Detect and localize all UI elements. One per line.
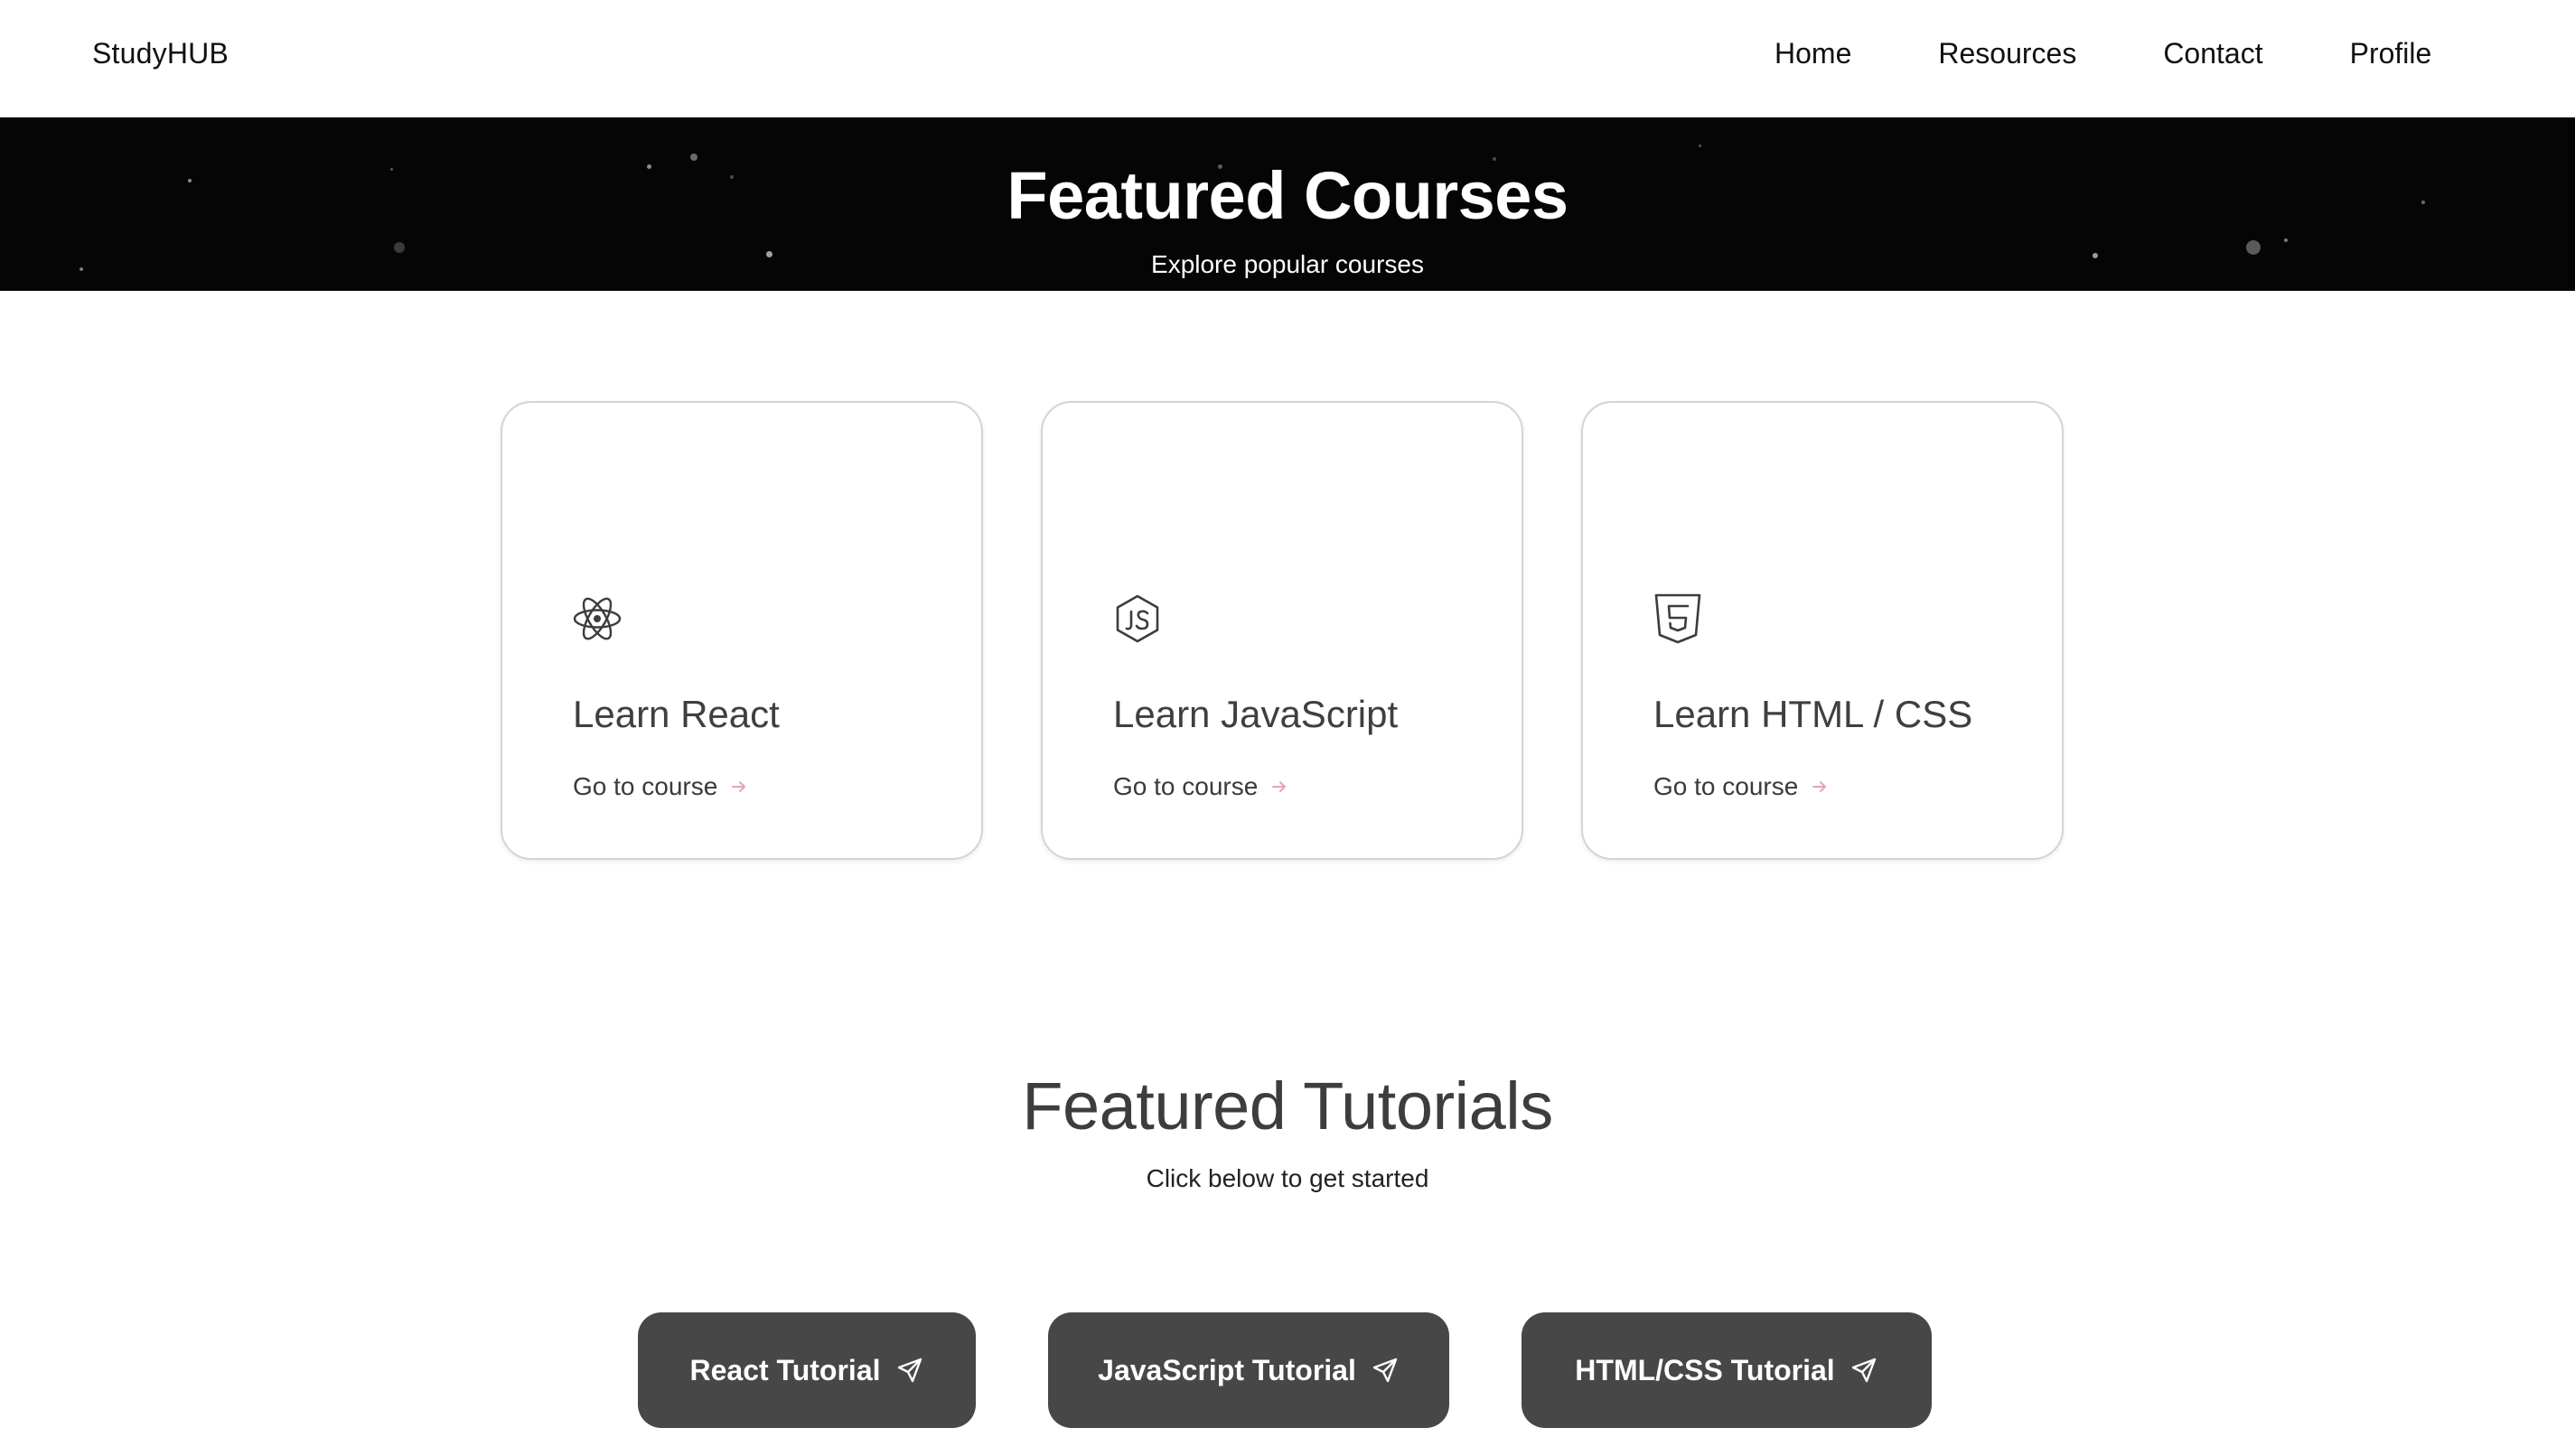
javascript-tutorial-button[interactable]: JavaScript Tutorial bbox=[1048, 1312, 1449, 1428]
send-icon bbox=[1371, 1356, 1400, 1385]
navbar: StudyHUB Home Resources Contact Profile bbox=[0, 0, 2575, 117]
hero-title: Featured Courses bbox=[1007, 158, 1568, 233]
hero-subtitle: Explore popular courses bbox=[1151, 250, 1424, 278]
nav-link-home[interactable]: Home bbox=[1774, 34, 1851, 72]
tutorial-button-label: HTML/CSS Tutorial bbox=[1575, 1353, 1835, 1386]
arrow-right-icon bbox=[1270, 778, 1288, 796]
brand-logo[interactable]: StudyHUB bbox=[92, 34, 229, 72]
go-to-course-label: Go to course bbox=[1113, 772, 1259, 800]
go-to-course-link[interactable]: Go to course bbox=[1653, 771, 1829, 802]
hero-star bbox=[1699, 145, 1701, 147]
react-tutorial-button[interactable]: React Tutorial bbox=[638, 1312, 976, 1428]
course-card-react[interactable]: Learn React Go to course bbox=[501, 401, 983, 860]
course-title: Learn JavaScript bbox=[1113, 693, 1399, 735]
nav-links: Home Resources Contact Profile bbox=[1774, 34, 2431, 72]
tutorials-subtitle: Click below to get started bbox=[1146, 1164, 1429, 1192]
tutorials-title: Featured Tutorials bbox=[1022, 1069, 1553, 1143]
nav-link-profile[interactable]: Profile bbox=[2350, 34, 2432, 72]
go-to-course-link[interactable]: Go to course bbox=[1113, 771, 1288, 802]
course-card-javascript[interactable]: Learn JavaScript Go to course bbox=[1041, 401, 1523, 860]
course-card-html-css[interactable]: Learn HTML / CSS Go to course bbox=[1581, 401, 2064, 860]
arrow-right-icon bbox=[730, 778, 748, 796]
go-to-course-label: Go to course bbox=[1653, 772, 1799, 800]
course-title: Learn React bbox=[573, 693, 780, 735]
javascript-hexagon-icon bbox=[1111, 593, 1164, 645]
html-css-tutorial-button[interactable]: HTML/CSS Tutorial bbox=[1522, 1312, 1932, 1428]
react-atom-icon bbox=[571, 593, 623, 645]
nav-link-resources[interactable]: Resources bbox=[1938, 34, 2076, 72]
go-to-course-link[interactable]: Go to course bbox=[573, 771, 748, 802]
course-title: Learn HTML / CSS bbox=[1653, 693, 1973, 735]
hero-banner: Featured Courses Explore popular courses bbox=[0, 117, 2575, 291]
go-to-course-label: Go to course bbox=[573, 772, 718, 800]
html5-shield-icon bbox=[1652, 593, 1704, 645]
send-icon bbox=[1849, 1356, 1878, 1385]
nav-link-contact[interactable]: Contact bbox=[2163, 34, 2262, 72]
hero-star bbox=[2284, 238, 2288, 242]
arrow-right-icon bbox=[1811, 778, 1829, 796]
tutorial-button-label: JavaScript Tutorial bbox=[1098, 1353, 1356, 1386]
tutorial-button-label: React Tutorial bbox=[689, 1353, 881, 1386]
send-icon bbox=[895, 1356, 924, 1385]
